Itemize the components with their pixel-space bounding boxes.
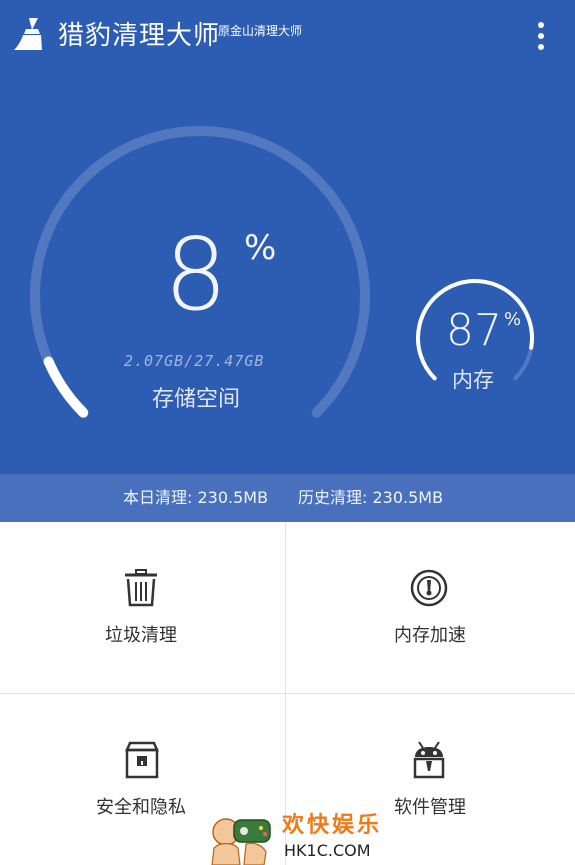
- memory-label[interactable]: 内存: [452, 366, 494, 394]
- tool-label: 内存加速: [394, 625, 466, 646]
- tool-memory-boost[interactable]: 内存加速: [286, 522, 575, 693]
- watermark-text: 欢快娱乐: [282, 813, 383, 838]
- gauge-graphics: [30, 126, 534, 418]
- speedometer-icon: [410, 569, 448, 607]
- watermark-url: HK1C.COM: [284, 841, 371, 860]
- storage-label[interactable]: 存储空间: [152, 385, 240, 415]
- lockbox-icon: [125, 741, 159, 779]
- storage-percent-sign: %: [244, 228, 277, 268]
- storage-gauge-fill: [43, 356, 89, 418]
- storage-percent: 8: [164, 216, 228, 333]
- android-icon: [413, 741, 445, 779]
- today-cleanup-stat: 本日清理: 230.5MB: [123, 488, 269, 507]
- tool-label: 安全和隐私: [96, 797, 186, 818]
- memory-percent: 87: [446, 305, 502, 356]
- cleanup-stats-bar: [0, 474, 575, 522]
- tool-label: 垃圾清理: [105, 625, 177, 646]
- tool-junk-clean[interactable]: 垃圾清理: [0, 522, 285, 693]
- memory-percent-sign: %: [504, 309, 522, 330]
- watermark-mascot-icon: [211, 818, 271, 865]
- tool-label: 软件管理: [394, 797, 466, 818]
- history-cleanup-stat: 历史清理: 230.5MB: [298, 488, 444, 507]
- trash-icon: [125, 569, 157, 607]
- storage-usage: 2.07GB/27.47GB: [124, 352, 265, 370]
